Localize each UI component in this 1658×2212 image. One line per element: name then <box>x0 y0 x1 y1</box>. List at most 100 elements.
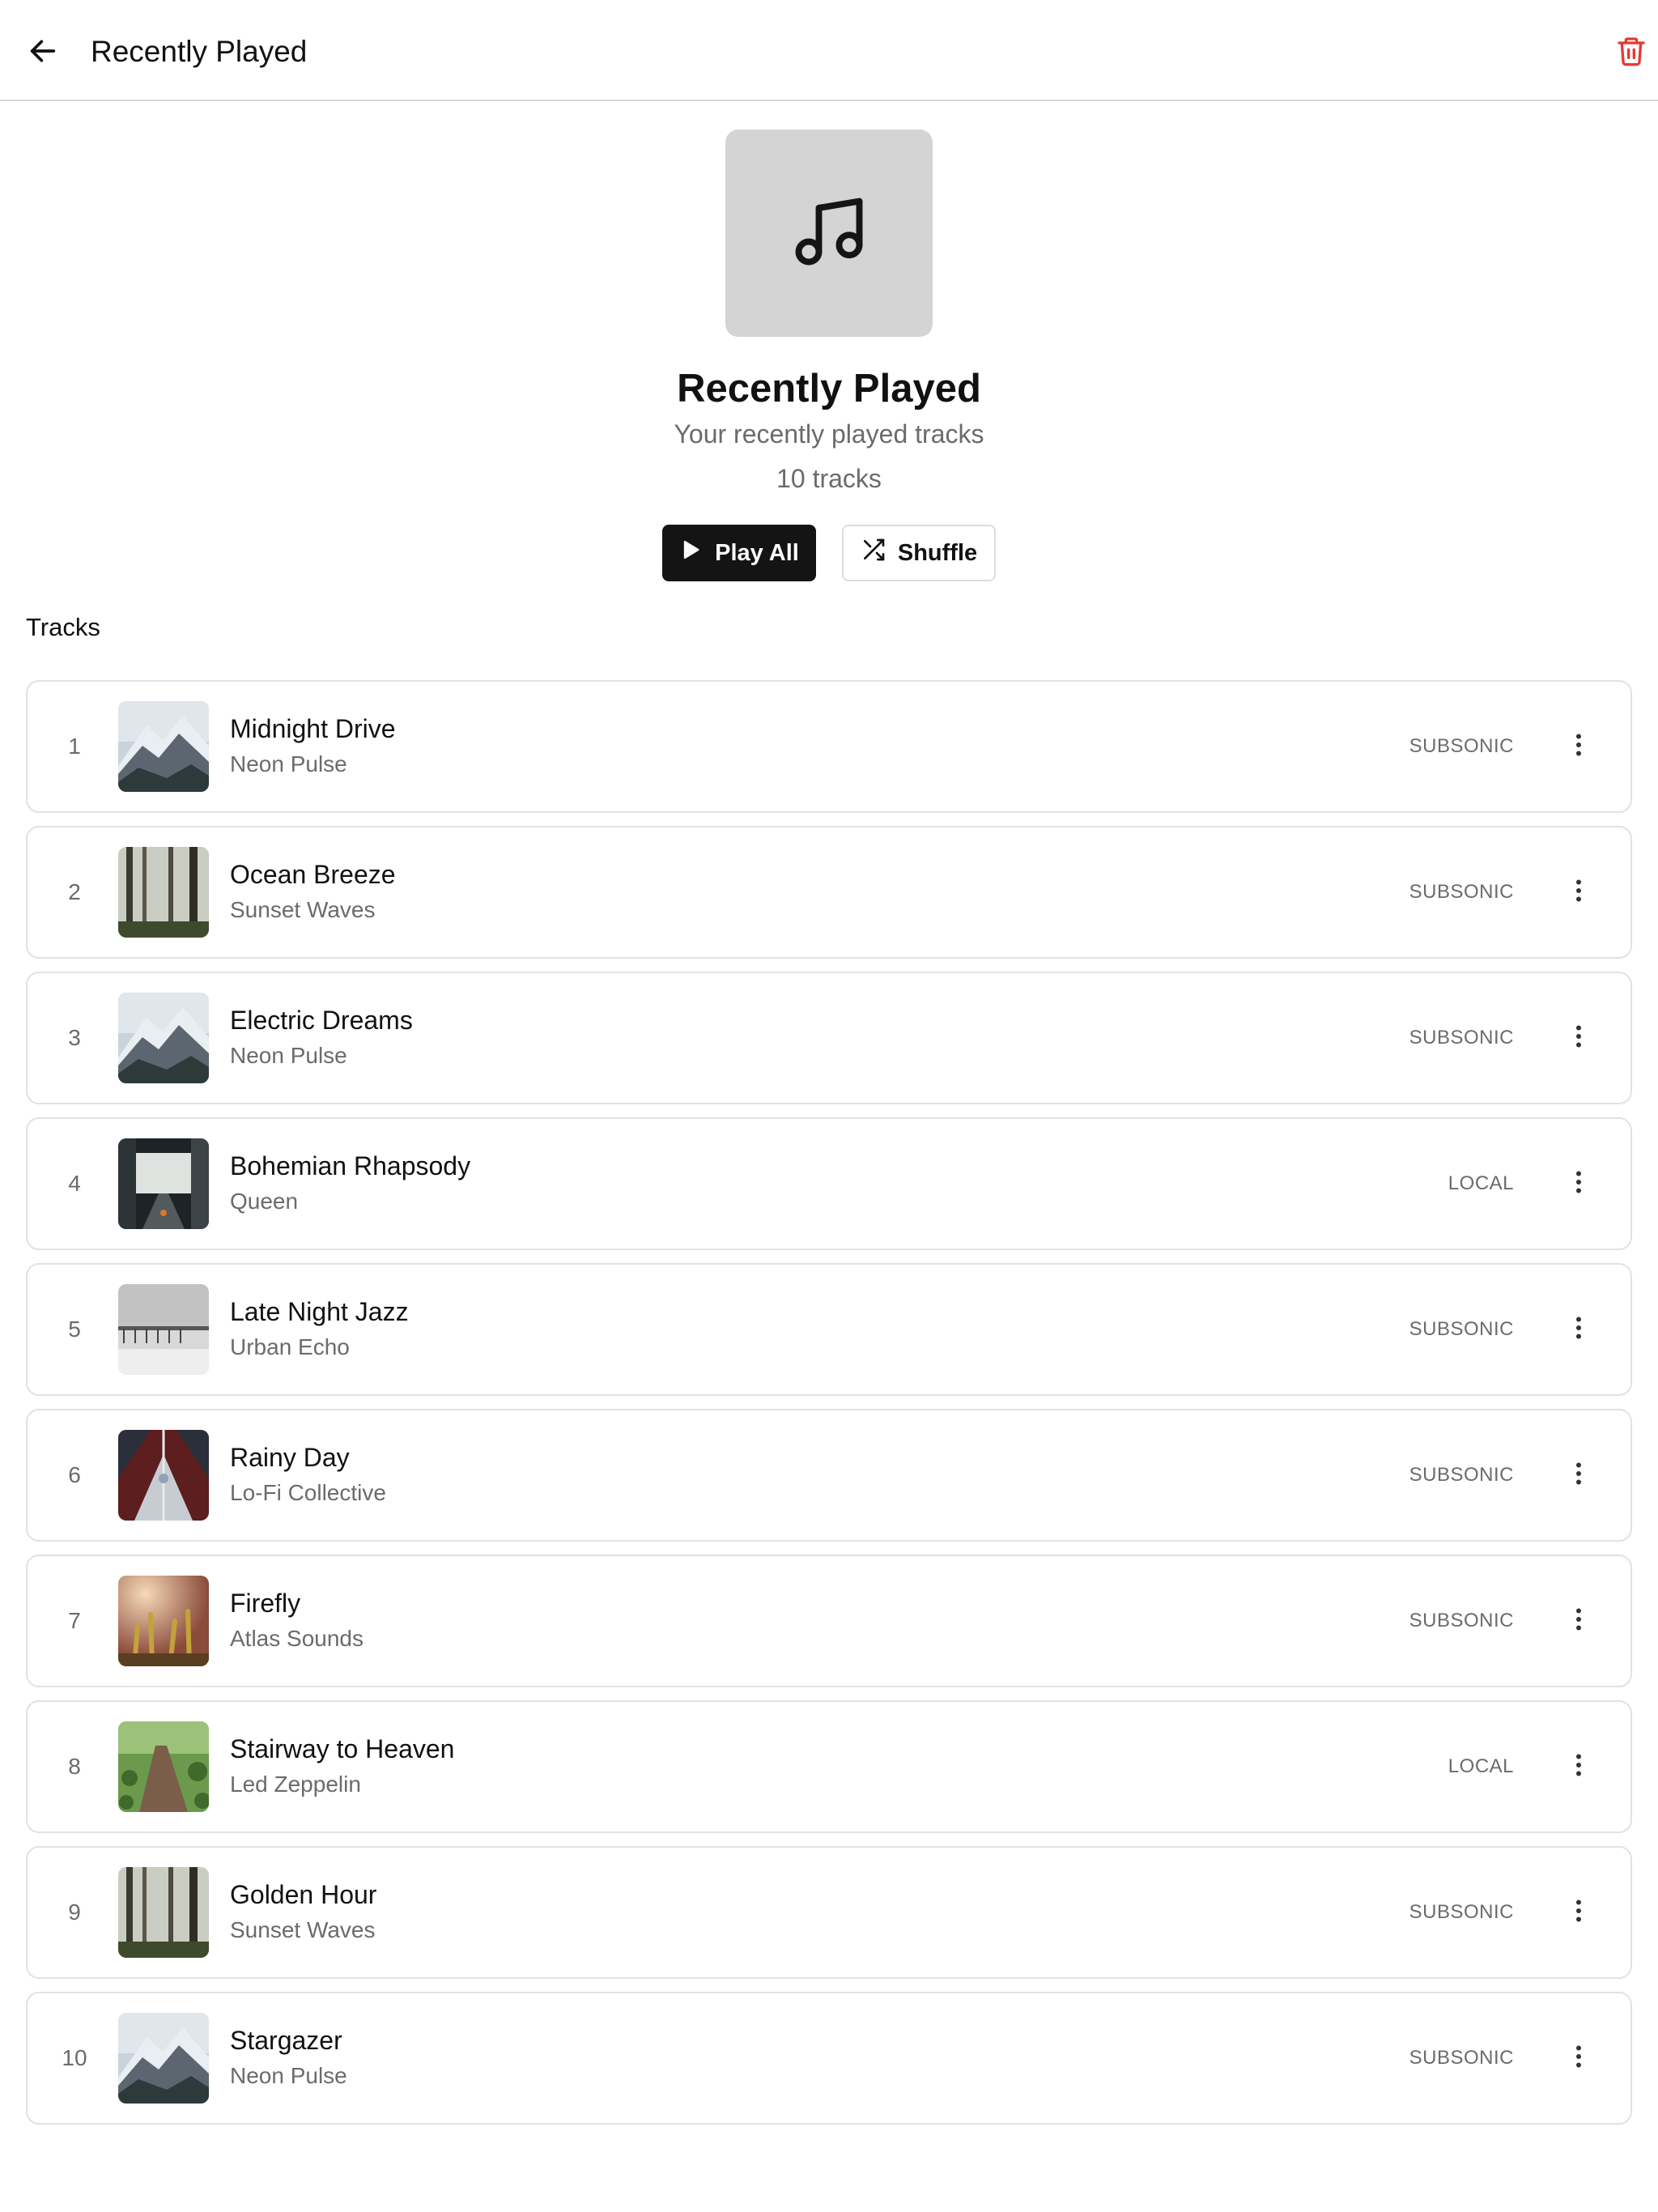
more-options-button[interactable] <box>1559 1747 1598 1786</box>
track-source-badge: SUBSONIC <box>1409 1318 1514 1340</box>
track-number: 10 <box>62 2045 87 2070</box>
playlist-cover <box>725 130 933 337</box>
arrow-left-icon <box>27 35 59 71</box>
track-count: 10 tracks <box>776 464 882 493</box>
album-art <box>118 1138 209 1229</box>
track-number: 4 <box>68 1171 81 1196</box>
track-row[interactable]: 7 Firefly Atlas Sounds SUBSONIC <box>26 1555 1632 1687</box>
track-number: 1 <box>68 734 81 759</box>
more-options-button[interactable] <box>1559 727 1598 766</box>
more-vertical-icon <box>1564 1022 1593 1055</box>
track-title: Firefly <box>230 1589 301 1618</box>
track-list: 1 Midnight Drive Neon Pulse SUBSONIC 2 O… <box>26 680 1632 2138</box>
track-title: Rainy Day <box>230 1443 350 1472</box>
shuffle-icon <box>861 537 886 569</box>
track-number: 3 <box>68 1025 81 1050</box>
more-vertical-icon <box>1564 1605 1593 1638</box>
track-row[interactable]: 2 Ocean Breeze Sunset Waves SUBSONIC <box>26 826 1632 959</box>
track-title: Late Night Jazz <box>230 1297 409 1326</box>
more-vertical-icon <box>1564 2042 1593 2075</box>
track-artist: Neon Pulse <box>230 751 347 776</box>
music-note-icon <box>789 191 869 276</box>
shuffle-button[interactable]: Shuffle <box>842 525 996 581</box>
playlist-title: Recently Played <box>677 367 981 410</box>
track-source-badge: LOCAL <box>1448 1172 1514 1194</box>
track-title: Stargazer <box>230 2026 342 2055</box>
track-number: 7 <box>68 1608 81 1633</box>
track-source-badge: SUBSONIC <box>1409 1610 1514 1631</box>
more-vertical-icon <box>1564 1896 1593 1929</box>
track-source-badge: SUBSONIC <box>1409 1027 1514 1049</box>
album-art <box>118 2013 209 2104</box>
more-vertical-icon <box>1564 1313 1593 1346</box>
track-number: 5 <box>68 1317 81 1342</box>
more-options-button[interactable] <box>1559 1164 1598 1203</box>
tracks-section-label: Tracks <box>26 613 100 641</box>
more-options-button[interactable] <box>1559 1456 1598 1495</box>
more-options-button[interactable] <box>1559 873 1598 912</box>
track-source-badge: SUBSONIC <box>1409 735 1514 757</box>
album-art <box>118 701 209 792</box>
track-row[interactable]: 1 Midnight Drive Neon Pulse SUBSONIC <box>26 680 1632 813</box>
track-row[interactable]: 5 Late Night Jazz Urban Echo SUBSONIC <box>26 1263 1632 1396</box>
track-title: Electric Dreams <box>230 1006 413 1035</box>
play-all-label: Play All <box>715 539 799 566</box>
album-art <box>118 1576 209 1666</box>
album-art <box>118 1430 209 1521</box>
track-artist: Neon Pulse <box>230 2063 347 2088</box>
album-art <box>118 1867 209 1958</box>
play-icon <box>679 538 702 568</box>
trash-icon <box>1615 35 1647 71</box>
more-options-button[interactable] <box>1559 1893 1598 1932</box>
track-title: Ocean Breeze <box>230 860 396 889</box>
more-vertical-icon <box>1564 876 1593 909</box>
track-row[interactable]: 6 Rainy Day Lo-Fi Collective SUBSONIC <box>26 1409 1632 1542</box>
track-title: Bohemian Rhapsody <box>230 1151 471 1180</box>
playlist-description: Your recently played tracks <box>674 419 984 449</box>
more-options-button[interactable] <box>1559 2039 1598 2078</box>
track-artist: Sunset Waves <box>230 897 376 922</box>
track-artist: Atlas Sounds <box>230 1626 363 1651</box>
album-art <box>118 847 209 938</box>
back-button[interactable] <box>23 32 63 73</box>
track-number: 9 <box>68 1899 81 1925</box>
more-options-button[interactable] <box>1559 1602 1598 1640</box>
track-row[interactable]: 4 Bohemian Rhapsody Queen LOCAL <box>26 1117 1632 1250</box>
track-source-badge: SUBSONIC <box>1409 1464 1514 1486</box>
more-vertical-icon <box>1564 730 1593 764</box>
track-row[interactable]: 10 Stargazer Neon Pulse SUBSONIC <box>26 1992 1632 2125</box>
track-source-badge: SUBSONIC <box>1409 881 1514 903</box>
more-vertical-icon <box>1564 1459 1593 1492</box>
track-row[interactable]: 8 Stairway to Heaven Led Zeppelin LOCAL <box>26 1700 1632 1833</box>
track-row[interactable]: 3 Electric Dreams Neon Pulse SUBSONIC <box>26 972 1632 1104</box>
more-options-button[interactable] <box>1559 1019 1598 1057</box>
track-number: 8 <box>68 1754 81 1779</box>
track-artist: Lo-Fi Collective <box>230 1480 386 1505</box>
track-artist: Led Zeppelin <box>230 1772 361 1797</box>
track-source-badge: SUBSONIC <box>1409 2047 1514 2069</box>
track-artist: Neon Pulse <box>230 1043 347 1068</box>
more-vertical-icon <box>1564 1168 1593 1201</box>
track-source-badge: SUBSONIC <box>1409 1901 1514 1923</box>
more-vertical-icon <box>1564 1750 1593 1784</box>
album-art <box>118 993 209 1083</box>
track-title: Stairway to Heaven <box>230 1734 455 1763</box>
app-header: Recently Played <box>0 0 1658 101</box>
track-title: Midnight Drive <box>230 714 396 743</box>
track-row[interactable]: 9 Golden Hour Sunset Waves SUBSONIC <box>26 1846 1632 1979</box>
playlist-hero: Recently Played Your recently played tra… <box>0 101 1658 641</box>
track-artist: Sunset Waves <box>230 1917 376 1942</box>
delete-button[interactable] <box>1611 32 1652 73</box>
track-number: 6 <box>68 1462 81 1487</box>
header-title: Recently Played <box>91 35 308 68</box>
play-all-button[interactable]: Play All <box>662 525 816 581</box>
track-number: 2 <box>68 879 81 904</box>
track-artist: Urban Echo <box>230 1334 350 1359</box>
more-options-button[interactable] <box>1559 1310 1598 1349</box>
album-art <box>118 1721 209 1812</box>
track-artist: Queen <box>230 1189 299 1214</box>
track-source-badge: LOCAL <box>1448 1755 1514 1777</box>
track-title: Golden Hour <box>230 1880 377 1909</box>
album-art <box>118 1284 209 1375</box>
shuffle-label: Shuffle <box>897 539 978 566</box>
